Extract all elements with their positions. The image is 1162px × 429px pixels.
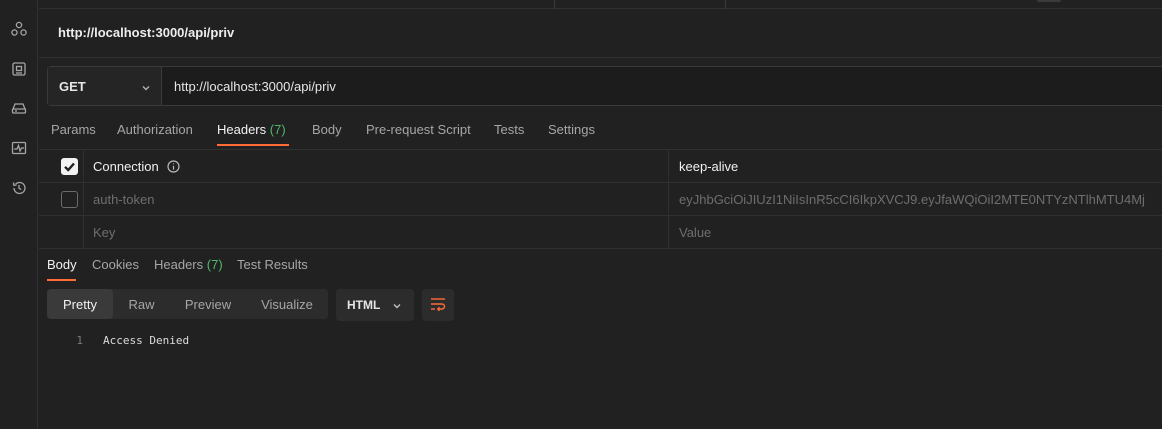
tab-params[interactable]: Params [51,122,96,146]
apis-icon[interactable] [9,19,29,39]
tab-body[interactable]: Body [312,122,342,146]
tab-authorization[interactable]: Authorization [117,122,193,146]
active-tab-indicator [217,144,289,146]
tab-cookies[interactable]: Cookies [92,257,139,272]
tab-divider [1037,0,1061,2]
header-key-cell[interactable]: auth-token [84,183,669,215]
header-value-cell[interactable]: keep-alive [669,150,1162,182]
header-key-cell[interactable]: Connection [84,150,669,182]
header-enabled-checkbox[interactable] [61,158,78,175]
divider [39,57,1162,58]
line-number: 1 [76,334,83,347]
table-row: Key Value [39,216,1162,249]
header-key: Connection [93,158,159,174]
method-select[interactable]: GET [48,67,162,105]
tab-divider [725,0,726,9]
view-mode-group: Pretty Raw Preview Visualize [47,289,328,319]
wrap-lines-button[interactable] [422,289,454,321]
header-enabled-checkbox[interactable] [61,191,78,208]
mock-servers-icon[interactable] [9,98,29,118]
header-value-cell[interactable]: eyJhbGciOiJIUzI1NiIsInR5cCI6IkpXVCJ9.eyJ… [669,183,1162,215]
left-sidebar [0,0,38,429]
visualize-button[interactable]: Visualize [246,289,328,319]
tab-response-body[interactable]: Body [47,257,77,272]
preview-button[interactable]: Preview [170,289,246,319]
tab-bar-strip [39,0,1162,9]
tab-response-headers[interactable]: Headers (7) [154,257,223,272]
pretty-button[interactable]: Pretty [47,289,113,319]
history-icon[interactable] [9,178,29,198]
table-row: auth-token eyJhbGciOiJIUzI1NiIsInR5cCI6I… [39,183,1162,216]
response-text: Access Denied [103,334,190,347]
tab-headers[interactable]: Headers (7) [217,122,286,146]
format-label: HTML [347,298,381,312]
wrap-lines-icon [429,296,447,315]
environments-icon[interactable] [9,59,29,79]
method-label: GET [59,78,86,94]
new-header-value-input[interactable]: Value [669,216,1162,248]
request-title[interactable]: http://localhost:3000/api/priv [58,25,234,40]
monitors-icon[interactable] [9,138,29,158]
tab-divider [554,0,555,9]
tab-pre-request-script[interactable]: Pre-request Script [366,122,471,146]
tab-tests[interactable]: Tests [494,122,524,146]
raw-button[interactable]: Raw [113,289,170,319]
info-icon[interactable] [167,159,180,173]
new-header-key-input[interactable]: Key [84,216,669,248]
url-input[interactable] [162,67,1162,105]
headers-table: Connection keep-alive auth-token eyJhbGc… [39,149,1162,249]
chevron-down-icon [141,81,151,91]
url-bar: GET [47,66,1162,106]
tab-test-results[interactable]: Test Results [237,257,308,272]
format-select[interactable]: HTML [336,289,414,321]
active-tab-indicator [47,279,76,281]
response-body: 1 Access Denied [47,333,189,349]
table-row: Connection keep-alive [39,150,1162,183]
headers-count: (7) [206,257,223,272]
tab-settings[interactable]: Settings [548,122,595,146]
headers-count: (7) [269,122,286,137]
chevron-down-icon [392,300,402,310]
